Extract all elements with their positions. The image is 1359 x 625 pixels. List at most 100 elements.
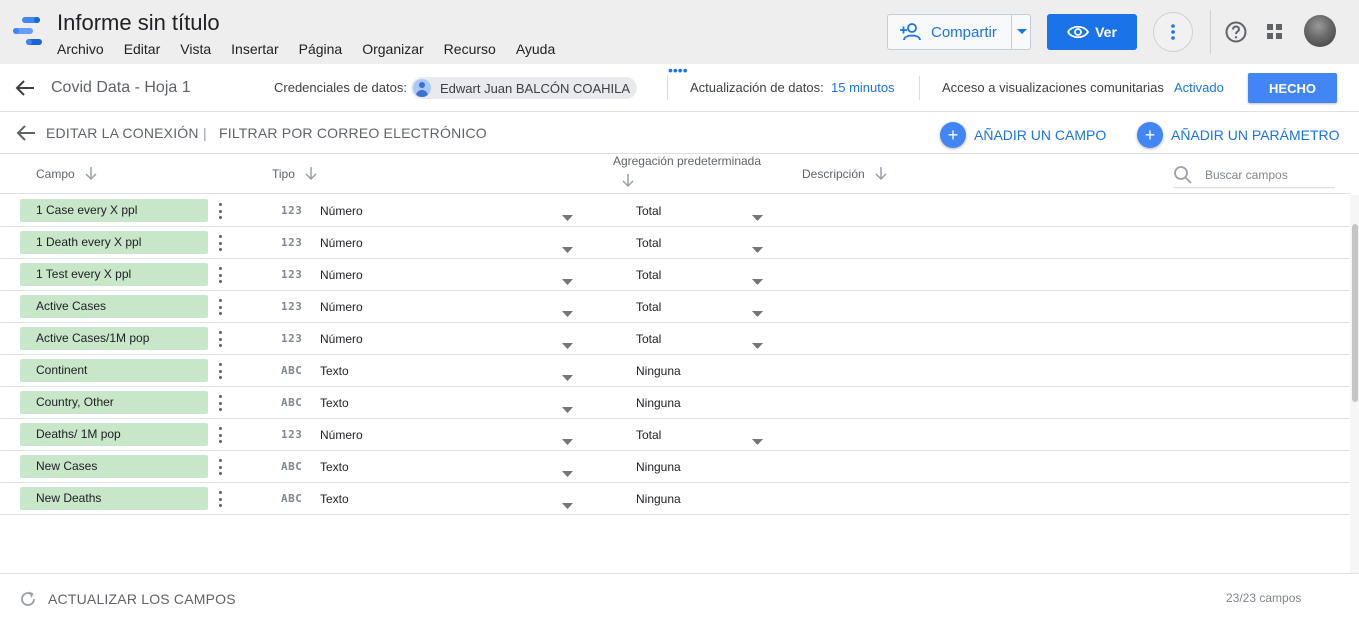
type-dropdown-button[interactable] [562,464,573,482]
field-name-chip[interactable]: Continent [20,359,208,382]
eye-icon [1067,25,1090,39]
aggregation-dropdown-button[interactable] [752,432,763,450]
field-name-chip[interactable]: Deaths/ 1M pop [20,423,208,446]
community-access-link[interactable]: Activado [1174,80,1224,95]
field-name-chip[interactable]: Country, Other [20,391,208,414]
back-arrow-icon[interactable] [16,124,36,142]
field-name-chip[interactable]: 1 Case every X ppl [20,199,208,222]
apps-grid-icon[interactable] [1265,22,1285,42]
scrollbar-thumb[interactable] [1352,224,1358,402]
field-name-chip[interactable]: Active Cases/1M pop [20,327,208,350]
type-dropdown-button[interactable] [562,240,573,258]
help-icon[interactable] [1224,20,1248,44]
field-name-chip[interactable]: Active Cases [20,295,208,318]
field-options-icon[interactable] [214,362,226,380]
type-dropdown-button[interactable] [562,432,573,450]
menu-recurso[interactable]: Recurso [444,41,496,57]
caret-down-icon [562,503,573,509]
menu-vista[interactable]: Vista [180,41,211,57]
column-header-aggregation[interactable]: Agregación predeterminada [612,154,762,188]
menu-organizar[interactable]: Organizar [362,41,423,57]
menu-ayuda[interactable]: Ayuda [516,41,555,57]
search-fields-input[interactable] [1205,167,1325,182]
aggregation-dropdown-button[interactable] [752,208,763,226]
field-type-icon: ABC [281,492,303,505]
more-options-button[interactable] [1153,12,1193,52]
field-type-select[interactable]: Texto [320,364,349,378]
menu-archivo[interactable]: Archivo [57,41,104,57]
field-type-select[interactable]: Número [320,268,363,282]
field-name-chip[interactable]: New Cases [20,455,208,478]
field-type-select[interactable]: Número [320,428,363,442]
field-type-select[interactable]: Texto [320,396,349,410]
search-icon [1174,165,1192,184]
done-button[interactable]: HECHO [1248,73,1337,103]
field-type-select[interactable]: Número [320,332,363,346]
view-button[interactable]: Ver [1047,14,1137,50]
field-options-icon[interactable] [214,394,226,412]
type-dropdown-button[interactable] [562,368,573,386]
field-options-icon[interactable] [214,426,226,444]
field-type-select[interactable]: Texto [320,492,349,506]
share-button[interactable]: Compartir [888,15,1012,49]
type-dropdown-button[interactable] [562,208,573,226]
user-avatar-icon [413,79,431,97]
aggregation-dropdown-button[interactable] [752,240,763,258]
field-name-chip[interactable]: 1 Death every X ppl [20,231,208,254]
refresh-fields-button[interactable]: ACTUALIZAR LOS CAMPOS [19,590,236,608]
report-title[interactable]: Informe sin título [57,10,220,36]
type-dropdown-button[interactable] [562,272,573,290]
menu-pagina[interactable]: Página [299,41,343,57]
field-name-chip[interactable]: 1 Test every X ppl [20,263,208,286]
aggregation-dropdown-button[interactable] [752,304,763,322]
field-options-icon[interactable] [214,266,226,284]
type-dropdown-button[interactable] [562,400,573,418]
field-options-icon[interactable] [214,202,226,220]
type-dropdown-button[interactable] [562,304,573,322]
edit-connection-button[interactable]: EDITAR LA CONEXIÓN [46,125,199,141]
column-header-description[interactable]: Descripción [802,167,887,181]
caret-down-icon [562,439,573,445]
type-dropdown-button[interactable] [562,496,573,514]
aggregation-select[interactable]: Total [636,236,661,250]
add-field-button[interactable]: + AÑADIR UN CAMPO [940,122,1106,148]
field-options-icon[interactable] [214,298,226,316]
field-type-icon: 123 [281,204,303,217]
share-dropdown-button[interactable] [1012,15,1031,49]
column-header-type[interactable]: Tipo [272,167,317,181]
aggregation-select[interactable]: Total [636,428,661,442]
data-refresh-link[interactable]: 15 minutos [831,80,895,95]
field-name-chip[interactable]: New Deaths [20,487,208,510]
data-studio-logo-icon[interactable] [12,16,44,46]
column-header-field[interactable]: Campo [36,167,97,181]
aggregation-select[interactable]: Total [636,268,661,282]
plus-icon: + [1137,122,1163,148]
type-dropdown-button[interactable] [562,336,573,354]
field-options-icon[interactable] [214,330,226,348]
field-options-icon[interactable] [214,490,226,508]
field-type-select[interactable]: Número [320,204,363,218]
action-separator: | [203,125,207,141]
filter-by-email-button[interactable]: FILTRAR POR CORREO ELECTRÓNICO [219,125,487,141]
user-avatar[interactable] [1304,15,1336,47]
field-options-icon[interactable] [214,234,226,252]
action-bar: EDITAR LA CONEXIÓN | FILTRAR POR CORREO … [0,112,1359,154]
menu-insertar[interactable]: Insertar [231,41,278,57]
aggregation-select[interactable]: Total [636,332,661,346]
aggregation-select[interactable]: Total [636,300,661,314]
field-type-select[interactable]: Número [320,236,363,250]
credentials-chip[interactable]: Edwart Juan BALCÓN COAHILA [411,77,637,99]
field-type-select[interactable]: Número [320,300,363,314]
data-source-name[interactable]: Covid Data - Hoja 1 [51,79,191,97]
aggregation-select[interactable]: Total [636,204,661,218]
aggregation-dropdown-button[interactable] [752,272,763,290]
sort-arrow-down-icon [85,167,97,181]
aggregation-dropdown-button[interactable] [752,336,763,354]
resize-handle-icon[interactable]: •••• [668,63,688,77]
add-parameter-button[interactable]: + AÑADIR UN PARÁMETRO [1137,122,1340,148]
field-options-icon[interactable] [214,458,226,476]
aggregation-select: Ninguna [636,364,681,378]
back-arrow-icon[interactable] [15,79,35,97]
field-type-select[interactable]: Texto [320,460,349,474]
menu-editar[interactable]: Editar [124,41,161,57]
